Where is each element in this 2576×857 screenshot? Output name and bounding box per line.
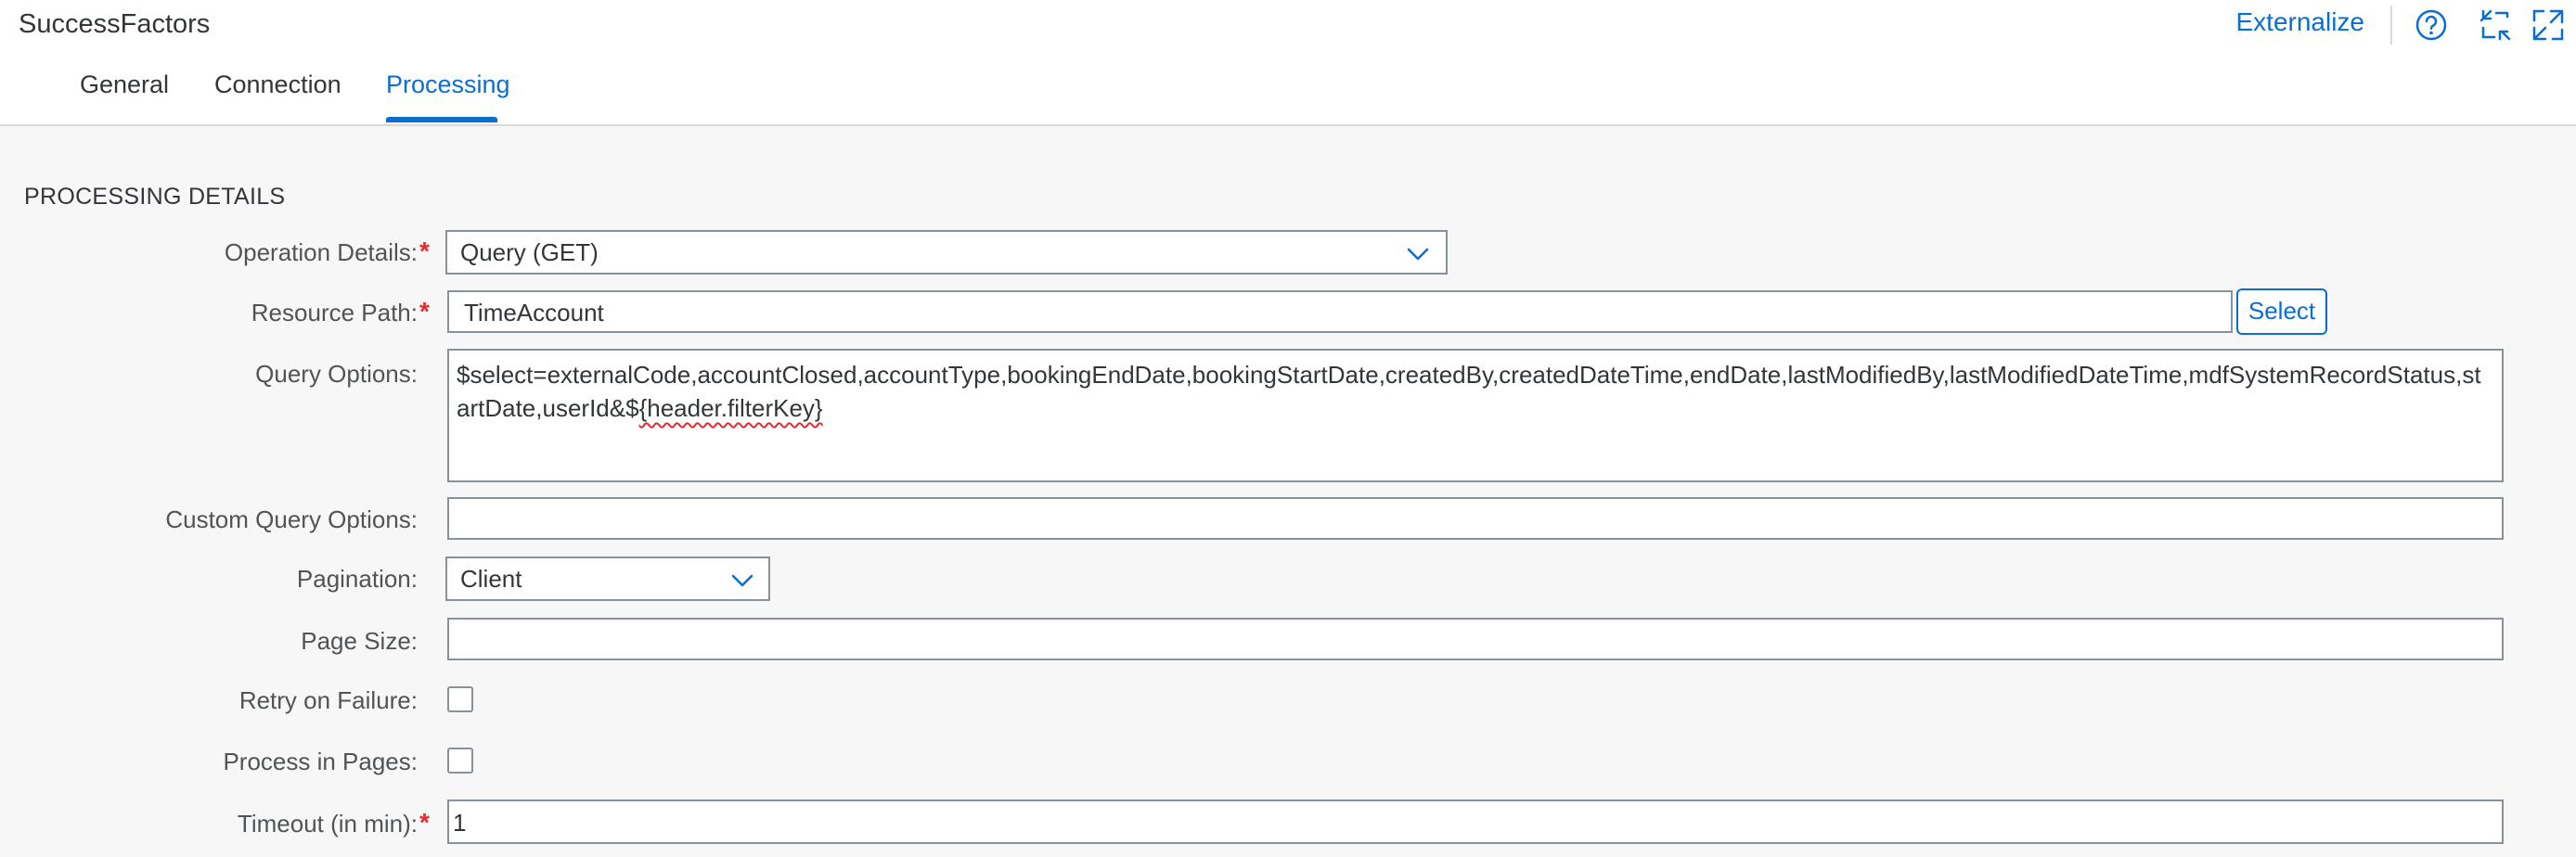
query-options-textarea[interactable]: $select=externalCode,accountClosed,accou… — [447, 349, 2504, 482]
custom-query-options-label: Custom Query Options: — [165, 505, 418, 533]
tab-general[interactable]: General — [80, 70, 169, 99]
chevron-down-icon — [731, 574, 753, 587]
active-tab-indicator — [386, 117, 497, 122]
pagination-value: Client — [460, 565, 522, 593]
timeout-input[interactable]: 1 — [447, 799, 2504, 844]
resource-path-value: TimeAccount — [464, 299, 604, 326]
timeout-value: 1 — [453, 809, 467, 837]
timeout-label: Timeout (in min): — [237, 810, 418, 838]
expand-icon[interactable] — [2531, 7, 2566, 43]
required-asterisk: * — [419, 297, 430, 326]
pagination-select[interactable]: Client — [445, 556, 770, 601]
operation-details-select[interactable]: Query (GET) — [445, 230, 1448, 275]
tab-processing[interactable]: Processing — [386, 70, 510, 99]
collapse-icon[interactable] — [2478, 7, 2513, 43]
help-icon[interactable] — [2414, 7, 2449, 43]
pagination-label: Pagination: — [296, 565, 418, 593]
header-bar: SuccessFactors Externalize General Conne… — [0, 0, 2576, 126]
page-size-label: Page Size: — [301, 627, 418, 655]
select-button[interactable]: Select — [2236, 288, 2327, 335]
retry-on-failure-checkbox[interactable] — [447, 686, 473, 712]
process-in-pages-label: Process in Pages: — [223, 748, 418, 775]
required-asterisk: * — [419, 237, 430, 265]
query-options-label: Query Options: — [255, 360, 418, 388]
resource-path-label: Resource Path: — [251, 299, 418, 326]
externalize-link[interactable]: Externalize — [2235, 7, 2364, 37]
spellcheck-highlight: {header.filterKey} — [638, 394, 823, 422]
operation-details-value: Query (GET) — [460, 238, 599, 266]
app-title: SuccessFactors — [19, 9, 211, 39]
custom-query-options-input[interactable] — [447, 497, 2504, 540]
required-asterisk: * — [419, 808, 430, 837]
chevron-down-icon — [1407, 248, 1429, 261]
tab-connection[interactable]: Connection — [214, 70, 341, 99]
operation-details-label: Operation Details: — [224, 238, 418, 266]
section-title: PROCESSING DETAILS — [24, 184, 286, 210]
header-divider — [2390, 6, 2392, 45]
process-in-pages-checkbox[interactable] — [447, 748, 473, 774]
resource-path-input[interactable]: TimeAccount — [447, 290, 2233, 333]
page-size-input[interactable] — [447, 618, 2504, 660]
retry-on-failure-label: Retry on Failure: — [238, 686, 418, 714]
query-options-value: $select=externalCode,accountClosed,accou… — [457, 361, 2481, 422]
